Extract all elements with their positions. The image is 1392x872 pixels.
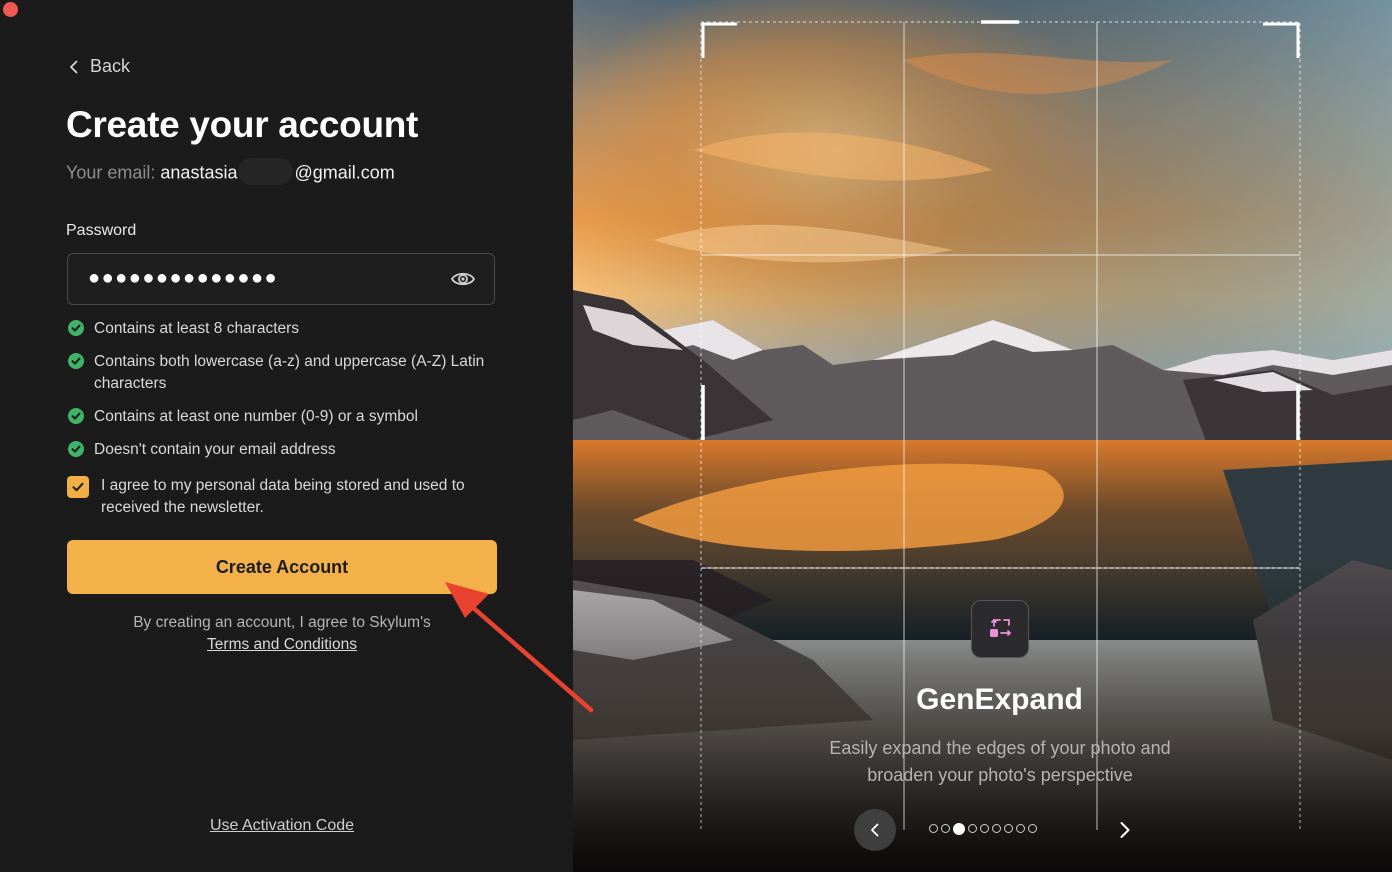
pagination-dot[interactable] — [1028, 824, 1037, 833]
terms-prefix: By creating an account, I agree to Skylu… — [133, 614, 431, 631]
password-rule: Contains both lowercase (a-z) and upperc… — [68, 351, 498, 395]
password-input[interactable]: ●●●●●●●●●●●●●● — [67, 253, 495, 305]
chevron-left-icon — [70, 60, 78, 73]
consent-label: I agree to my personal data being stored… — [101, 477, 465, 516]
newsletter-checkbox[interactable] — [67, 476, 89, 498]
password-rule-text: Contains at least one number (0-9) or a … — [94, 408, 418, 425]
terms-note: By creating an account, I agree to Skylu… — [67, 612, 497, 656]
email-line: Your email: anastasia @gmail.com — [66, 158, 395, 185]
chevron-right-icon[interactable] — [1113, 818, 1137, 842]
password-rule-text: Doesn't contain your email address — [94, 441, 336, 458]
password-rules: Contains at least 8 characters Contains … — [68, 318, 498, 472]
email-label: Your email: — [66, 162, 156, 183]
pagination-dot[interactable] — [980, 824, 989, 833]
password-rule: Contains at least one number (0-9) or a … — [68, 406, 498, 428]
carousel-prev-button[interactable] — [854, 809, 896, 851]
password-value: ●●●●●●●●●●●●●● — [88, 267, 279, 289]
check-circle-icon — [68, 408, 84, 424]
pagination-dot[interactable] — [941, 824, 950, 833]
genexpand-icon — [990, 619, 1011, 637]
password-rule-text: Contains at least 8 characters — [94, 320, 300, 337]
password-rule: Contains at least 8 characters — [68, 318, 498, 340]
checkmark-icon — [72, 482, 84, 492]
terms-link[interactable]: Terms and Conditions — [207, 636, 357, 653]
feature-title: GenExpand — [916, 683, 1083, 716]
password-label: Password — [66, 222, 137, 239]
pagination-dot-active[interactable] — [953, 822, 965, 835]
pagination-dot[interactable] — [992, 824, 1001, 833]
check-circle-icon — [68, 320, 84, 336]
check-circle-icon — [68, 441, 84, 457]
page-title: Create your account — [66, 104, 419, 145]
feature-description: Easily expand the edges of your photo an… — [829, 738, 1171, 785]
password-rule: Doesn't contain your email address — [68, 439, 498, 461]
check-circle-icon — [68, 353, 84, 369]
back-button[interactable]: Back — [66, 56, 130, 77]
eye-icon[interactable] — [450, 268, 476, 290]
password-rule-text: Contains both lowercase (a-z) and upperc… — [94, 353, 485, 392]
activation-code-link[interactable]: Use Activation Code — [67, 817, 497, 835]
pagination-dot[interactable] — [1004, 824, 1013, 833]
pagination-dot[interactable] — [1016, 824, 1025, 833]
feature-carousel: GenExpand Easily expand the edges of you… — [573, 0, 1392, 872]
chevron-left-icon — [871, 823, 879, 837]
pagination-dot[interactable] — [968, 824, 977, 833]
carousel-pagination — [929, 822, 1037, 835]
signup-panel: Back Create your account Your email: ana… — [0, 0, 573, 872]
pagination-dot[interactable] — [929, 824, 938, 833]
email-redaction — [238, 158, 294, 185]
email-domain: @gmail.com — [294, 162, 395, 183]
newsletter-consent: I agree to my personal data being stored… — [67, 475, 497, 519]
create-account-button[interactable]: Create Account — [67, 540, 497, 594]
window-close-button[interactable] — [3, 2, 18, 17]
back-label: Back — [90, 56, 131, 76]
genexpand-feature-icon — [971, 600, 1029, 658]
email-user: anastasia — [160, 162, 238, 183]
